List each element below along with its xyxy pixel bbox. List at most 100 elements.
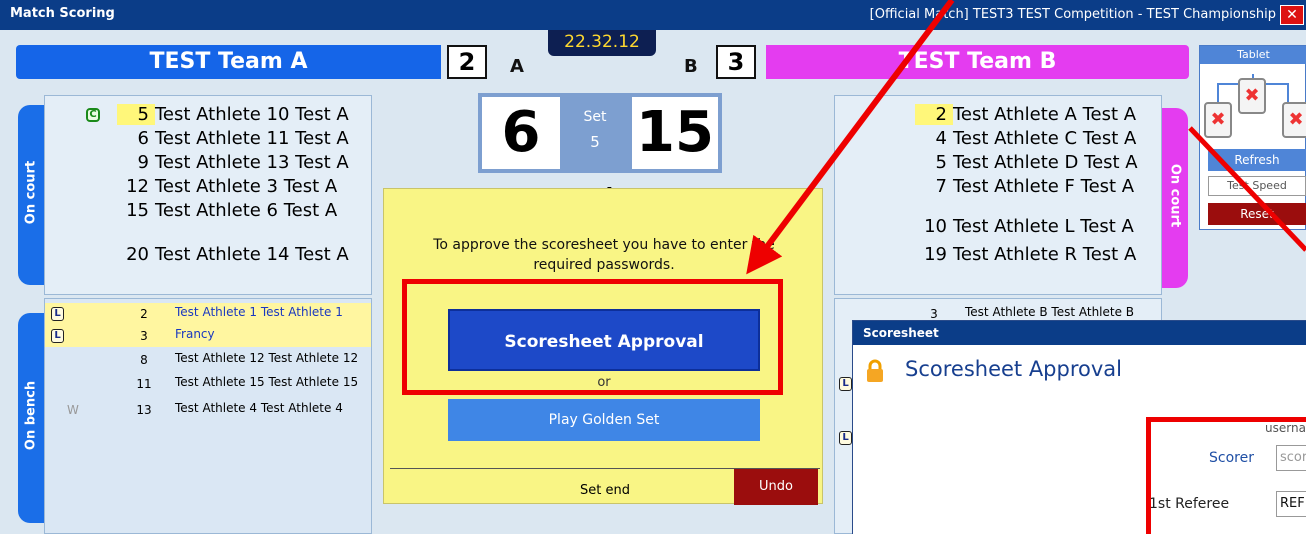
player-number: 2: [915, 104, 953, 125]
player-number: 5: [935, 152, 947, 173]
player-number: 4: [935, 128, 947, 149]
player-number: 7: [935, 176, 947, 197]
court-player-row[interactable]: 12 Test Athlete 3 Test A: [117, 176, 337, 200]
warning-mark: W: [67, 403, 79, 417]
set-label: Set: [583, 109, 607, 125]
set-end-label: Set end: [580, 483, 630, 498]
tablet-title: Tablet: [1200, 46, 1306, 64]
team-a-bench-list: L 2 Test Athlete 1 Test Athlete 1 L 3 Fr…: [44, 298, 372, 534]
libero-icon: L: [51, 307, 64, 321]
player-number: 6: [137, 128, 149, 149]
highlight-box-approval: [402, 279, 783, 395]
bench-player-row[interactable]: L 2 Test Athlete 1 Test Athlete 1: [45, 303, 371, 325]
team-b-on-court-tab: On court: [1162, 108, 1188, 288]
undo-button[interactable]: Undo: [734, 469, 818, 505]
player-name: Test Athlete 4 Test Athlete 4: [175, 401, 343, 415]
team-a-on-court-tab: On court: [18, 105, 44, 285]
player-name: Test Athlete 1 Test Athlete 1: [175, 305, 343, 319]
player-number: 3: [140, 329, 148, 343]
court-player-row[interactable]: 20 Test Athlete 14 Test A: [117, 244, 349, 268]
scoresheet-heading: Scoresheet Approval: [905, 357, 1122, 381]
player-number: 3: [930, 307, 938, 321]
play-golden-set-button[interactable]: Play Golden Set: [448, 399, 760, 441]
team-a-court-list: 5 Test Athlete 10 Test A 6 Test Athlete 11…: [44, 95, 372, 295]
match-info: [Official Match] TEST3 TEST Competition …: [869, 7, 1276, 22]
player-number: 20: [126, 244, 149, 265]
player-name: Test Athlete C Test A: [953, 128, 1137, 149]
highlight-box-credentials: [1146, 417, 1306, 534]
reset-button[interactable]: Reset: [1208, 203, 1306, 225]
team-a-sets-won: 2: [447, 45, 487, 79]
approval-message: To approve the scoresheet you have to en…: [433, 237, 775, 273]
player-name: Francy: [175, 327, 215, 341]
close-button[interactable]: ✕: [1280, 5, 1304, 25]
team-a-side-letter: A: [510, 56, 524, 77]
player-name: Test Athlete 3 Test A: [155, 176, 338, 197]
court-player-row[interactable]: 2 Test Athlete A Test A: [915, 104, 1136, 128]
player-name: Test Athlete 10 Test A: [155, 104, 349, 125]
bench-player-row[interactable]: 11 Test Athlete 15 Test Athlete 15: [45, 373, 371, 395]
player-name: Test Athlete D Test A: [953, 152, 1138, 173]
set-score-panel: 6 Set 5 15: [478, 93, 722, 173]
tablet-disconnected-icon[interactable]: ✖: [1282, 102, 1306, 138]
on-court-label: On court: [23, 160, 39, 225]
bench-player-row[interactable]: W 13 Test Athlete 4 Test Athlete 4: [45, 399, 371, 421]
team-b-side-letter: B: [684, 56, 698, 77]
court-player-row[interactable]: 9 Test Athlete 13 Test A: [117, 152, 349, 176]
player-number: 5: [117, 104, 155, 125]
player-name: Test Athlete R Test A: [953, 244, 1137, 265]
court-player-row[interactable]: 19 Test Athlete R Test A: [915, 244, 1136, 268]
libero-icon: L: [839, 377, 852, 391]
player-number: 8: [140, 353, 148, 367]
player-number: 11: [136, 377, 152, 391]
team-b-name: TEST Team B: [766, 45, 1189, 79]
team-a-name: TEST Team A: [16, 45, 441, 79]
set-number: 5: [590, 133, 600, 151]
player-number: 2: [140, 307, 148, 321]
set-end-bar: Set end Undo: [390, 468, 820, 508]
player-name: Test Athlete 13 Test A: [155, 152, 349, 173]
player-name: Test Athlete 6 Test A: [155, 200, 338, 221]
court-player-row[interactable]: 7 Test Athlete F Test A: [915, 176, 1135, 200]
player-number: 9: [137, 152, 149, 173]
player-name: Test Athlete 11 Test A: [155, 128, 349, 149]
court-player-row[interactable]: 6 Test Athlete 11 Test A: [117, 128, 349, 152]
player-name: Test Athlete L Test A: [953, 216, 1134, 237]
tablet-disconnected-icon[interactable]: ✖: [1238, 78, 1266, 114]
on-court-label: On court: [1167, 163, 1183, 228]
tablet-panel: Tablet ✖ ✖ ✖ Refresh Test Speed Reset: [1199, 45, 1306, 230]
player-number: 19: [924, 244, 947, 265]
player-number: 15: [126, 200, 149, 221]
team-a-points[interactable]: 6: [482, 97, 560, 169]
team-b-points[interactable]: 15: [632, 97, 718, 169]
tablet-disconnected-icon[interactable]: ✖: [1204, 102, 1232, 138]
captain-icon: C: [86, 108, 100, 122]
player-name: Test Athlete 12 Test Athlete 12: [175, 351, 359, 365]
window-title: Match Scoring: [10, 6, 115, 21]
scoresheet-window-title: Scoresheet: [853, 321, 1306, 345]
player-name: Test Athlete B Test Athlete B: [965, 305, 1135, 319]
match-clock: 22.32.12: [548, 30, 656, 56]
on-bench-label: On bench: [23, 380, 39, 451]
player-number: 13: [136, 403, 152, 417]
player-name: Test Athlete 15 Test Athlete 15: [175, 375, 359, 389]
court-player-row[interactable]: 5 Test Athlete D Test A: [915, 152, 1138, 176]
libero-icon: L: [51, 329, 64, 343]
lock-icon: [867, 359, 883, 382]
court-player-row[interactable]: 4 Test Athlete C Test A: [915, 128, 1137, 152]
team-b-sets-won: 3: [716, 45, 756, 79]
court-player-row[interactable]: 15 Test Athlete 6 Test A: [117, 200, 337, 224]
player-name: Test Athlete 14 Test A: [155, 244, 349, 265]
team-b-court-list: 2 Test Athlete A Test A 4 Test Athlete C T…: [834, 95, 1162, 295]
player-number: 10: [924, 216, 947, 237]
bench-player-row[interactable]: L 3 Francy: [45, 325, 371, 347]
player-name: Test Athlete F Test A: [953, 176, 1135, 197]
bench-player-row[interactable]: 8 Test Athlete 12 Test Athlete 12: [45, 349, 371, 371]
refresh-button[interactable]: Refresh: [1208, 149, 1306, 171]
test-speed-button[interactable]: Test Speed: [1208, 176, 1306, 196]
player-name: Test Athlete A Test A: [953, 104, 1137, 125]
court-player-row[interactable]: 10 Test Athlete L Test A: [915, 216, 1134, 240]
team-a-on-bench-tab: On bench: [18, 313, 44, 523]
title-bar: Match Scoring [Official Match] TEST3 TES…: [0, 0, 1306, 30]
court-player-row[interactable]: 5 Test Athlete 10 Test A: [117, 104, 349, 128]
